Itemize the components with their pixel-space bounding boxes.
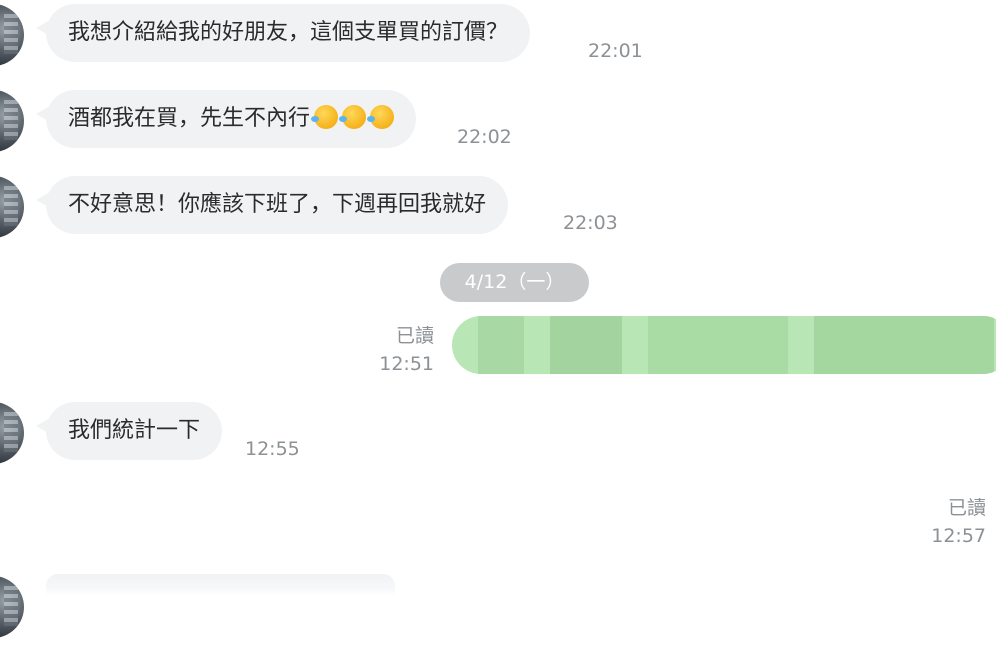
chat-window: 我想介紹給我的好朋友，這個支單買的訂價？ 22:01 酒都我在買，先生不內行 2… (0, 0, 996, 656)
bubble-tail (36, 106, 50, 122)
date-divider: 4/12（一） (440, 263, 589, 302)
contact-avatar[interactable] (0, 176, 24, 238)
contact-avatar[interactable] (0, 576, 24, 638)
bubble-tail (36, 418, 50, 434)
read-receipt: 已讀 12:57 (931, 494, 986, 550)
bubble-tail (36, 192, 50, 208)
contact-avatar[interactable] (0, 402, 24, 464)
message-timestamp: 22:02 (457, 126, 512, 148)
incoming-message-bubble[interactable]: 我們統計一下 (36, 402, 223, 460)
message-timestamp: 12:55 (245, 438, 300, 460)
message-timestamp: 12:51 (379, 353, 434, 375)
redaction-block (550, 316, 622, 374)
message-text: 酒都我在買，先生不內行 (68, 106, 311, 131)
message-timestamp: 22:01 (588, 40, 643, 62)
message-text: 我想介紹給我的好朋友，這個支單買的訂價？ (68, 20, 509, 45)
message-timestamp: 12:57 (931, 525, 986, 547)
rolling-on-floor-laughing-emoji-icon (339, 105, 367, 129)
rolling-on-floor-laughing-emoji-icon (367, 105, 395, 129)
incoming-message-bubble-partial[interactable] (46, 574, 395, 596)
incoming-message-bubble[interactable]: 酒都我在買，先生不內行 (36, 90, 417, 148)
redaction-block (478, 316, 524, 374)
redaction-block (648, 316, 788, 374)
rolling-on-floor-laughing-emoji-icon (311, 105, 339, 129)
message-text: 不好意思！你應該下班了，下週再回我就好 (68, 192, 487, 217)
message-text: 我們統計一下 (68, 418, 201, 443)
outgoing-message-bubble-redacted[interactable] (452, 316, 996, 374)
contact-avatar[interactable] (0, 4, 24, 66)
read-status: 已讀 (947, 497, 986, 519)
message-timestamp: 22:03 (563, 212, 618, 234)
bubble-tail (36, 20, 50, 36)
read-receipt: 已讀 12:51 (379, 322, 434, 378)
incoming-message-bubble[interactable]: 不好意思！你應該下班了，下週再回我就好 (36, 176, 509, 234)
redaction-block (814, 316, 994, 374)
contact-avatar[interactable] (0, 90, 24, 152)
incoming-message-bubble[interactable]: 我想介紹給我的好朋友，這個支單買的訂價？ (36, 4, 531, 62)
read-status: 已讀 (395, 325, 434, 347)
